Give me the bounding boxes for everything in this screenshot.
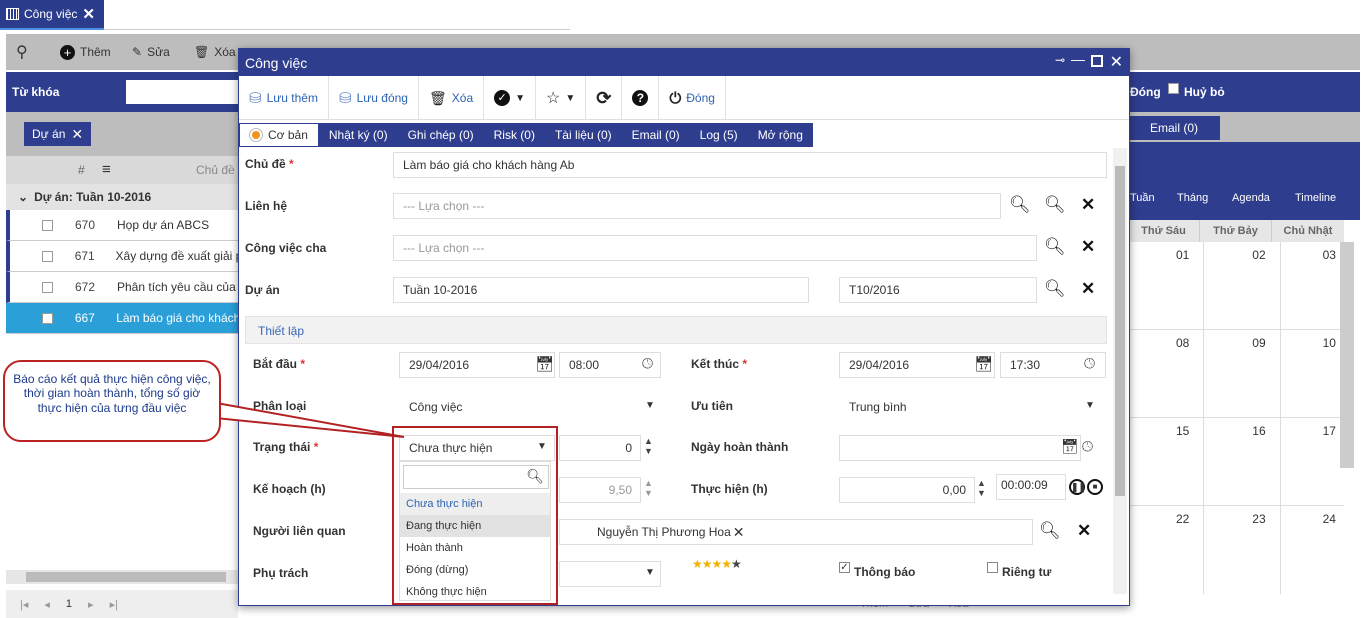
callout-note: Báo cáo kết quả thực hiện công việc, thờ… <box>3 360 221 442</box>
callout-pointer <box>194 398 405 438</box>
